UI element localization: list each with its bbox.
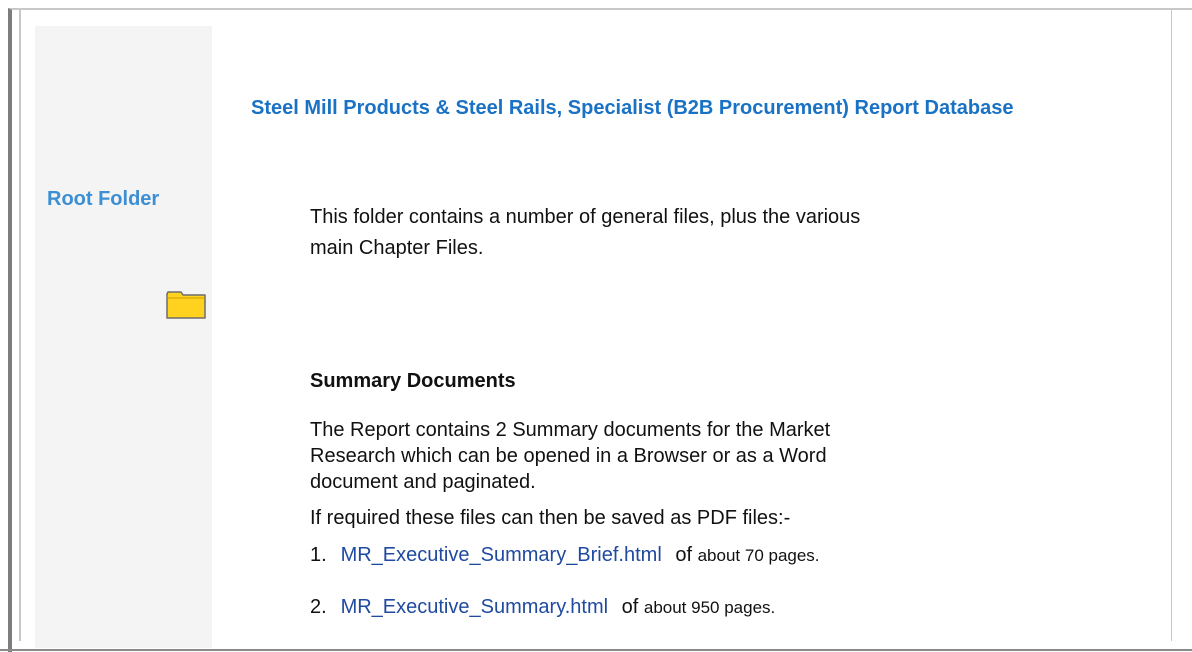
left-sidebar <box>35 26 212 648</box>
list-of-text: of <box>621 596 639 618</box>
list-number: 1. <box>310 544 327 566</box>
intro-text: This folder contains a number of general… <box>310 206 861 259</box>
list-number: 2. <box>310 596 327 618</box>
folder-icon <box>166 289 206 319</box>
section-heading: Summary Documents <box>310 370 516 392</box>
page-count: about 70 pages. <box>697 546 820 565</box>
page-title: Steel Mill Products & Steel Rails, Speci… <box>251 97 1014 119</box>
executive-summary-brief-link[interactable]: MR_Executive_Summary_Brief.html <box>341 544 662 566</box>
pdf-note: If required these files can then be save… <box>310 507 791 529</box>
bottom-divider <box>0 649 1192 651</box>
list-of-text: of <box>675 544 693 566</box>
list-item: 1. MR_Executive_Summary_Brief.html of ab… <box>310 544 820 567</box>
summary-paragraph: The Report contains 2 Summary documents … <box>310 419 831 493</box>
folder-title: Root Folder <box>47 188 160 210</box>
executive-summary-link[interactable]: MR_Executive_Summary.html <box>341 596 608 618</box>
page-count: about 950 pages. <box>643 598 776 617</box>
list-item: 2. MR_Executive_Summary.html of about 95… <box>310 596 775 619</box>
